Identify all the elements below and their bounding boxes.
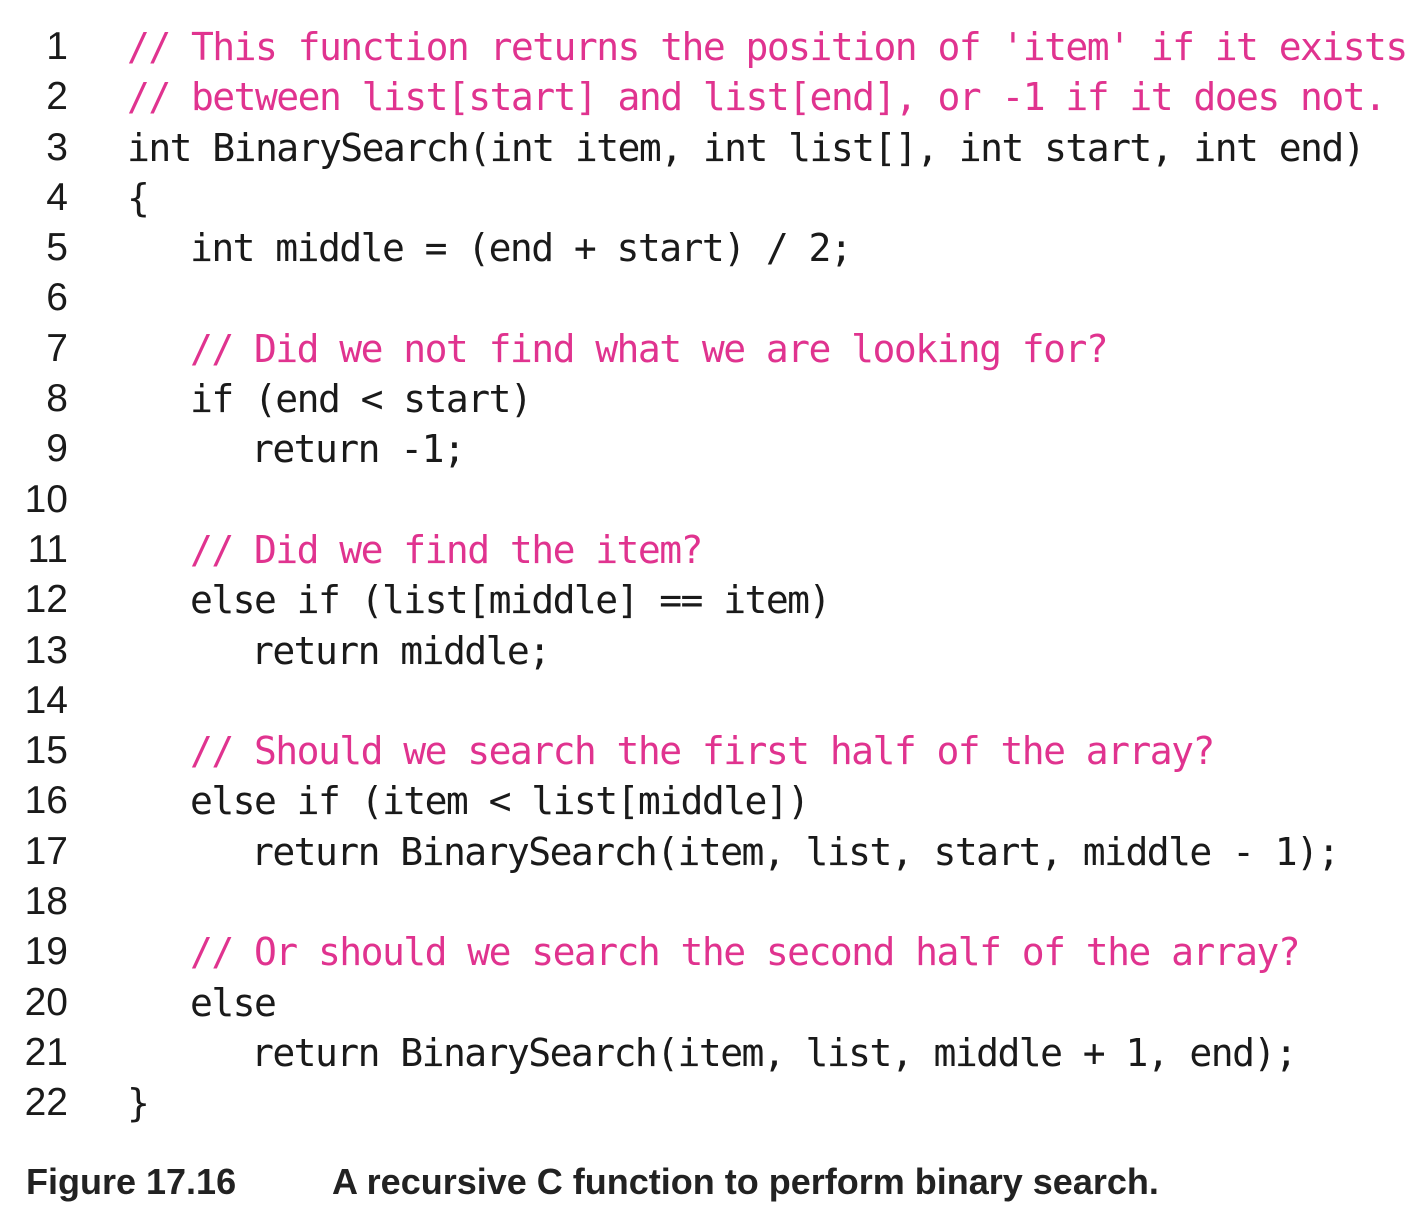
code-line: 11 // Did we find the item? xyxy=(0,525,1408,575)
line-number: 15 xyxy=(24,729,68,773)
line-number: 9 xyxy=(46,427,68,471)
code-text: int BinarySearch(int item, int list[], i… xyxy=(127,125,1366,170)
code-line: 9 return -1; xyxy=(0,424,1408,474)
line-number: 18 xyxy=(24,880,68,924)
code-text: int middle = (end + start) / 2; xyxy=(190,226,853,271)
line-number: 4 xyxy=(46,175,68,219)
code-text: else xyxy=(190,980,277,1025)
line-number: 8 xyxy=(46,377,68,421)
line-number: 22 xyxy=(24,1081,68,1125)
line-number: 12 xyxy=(24,578,68,622)
code-line: 20 else xyxy=(0,978,1408,1028)
line-number: 16 xyxy=(24,779,68,823)
figure-caption-text: A recursive C function to perform binary… xyxy=(332,1161,1159,1202)
code-text: else if (item < list[middle]) xyxy=(190,779,810,824)
code-text: return -1; xyxy=(251,427,466,472)
code-line: 7 // Did we not find what we are looking … xyxy=(0,324,1408,374)
code-comment: // between list[start] and list[end], or… xyxy=(127,75,1387,120)
code-text: } xyxy=(127,1081,150,1126)
code-listing: 1 // This function returns the position o… xyxy=(0,22,1408,1129)
code-text: else if (list[middle] == item) xyxy=(190,578,831,623)
line-number: 6 xyxy=(46,276,68,320)
code-line: 19 // Or should we search the second half… xyxy=(0,927,1408,977)
line-number: 14 xyxy=(24,678,68,722)
code-text: if (end < start) xyxy=(190,377,533,422)
code-line: 12 else if (list[middle] == item) xyxy=(0,575,1408,625)
figure-label: Figure 17.16 xyxy=(26,1161,237,1202)
line-number: 2 xyxy=(46,75,68,119)
code-line: 16 else if (item < list[middle]) xyxy=(0,776,1408,826)
code-comment: // Did we not find what we are looking f… xyxy=(190,326,1109,371)
code-line: 10 xyxy=(0,475,1408,525)
code-line: 2 // between list[start] and list[end], o… xyxy=(0,72,1408,122)
code-line: 1 // This function returns the position o… xyxy=(0,22,1408,72)
line-number: 19 xyxy=(24,930,68,974)
line-number: 21 xyxy=(24,1030,68,1074)
line-number: 7 xyxy=(46,326,68,370)
code-text: return BinarySearch(item, list, start, m… xyxy=(251,829,1340,874)
code-line: 4{ xyxy=(0,173,1408,223)
code-comment: // Should we search the first half of th… xyxy=(190,729,1215,774)
code-comment: // This function returns the position of… xyxy=(127,25,1408,69)
code-text: { xyxy=(127,175,150,220)
code-line: 22} xyxy=(0,1078,1408,1128)
line-number: 13 xyxy=(24,628,68,672)
line-number: 1 xyxy=(46,25,68,68)
code-comment: // Did we find the item? xyxy=(190,527,703,572)
code-line: 3 int BinarySearch(int item, int list[], … xyxy=(0,123,1408,173)
line-number: 11 xyxy=(27,527,69,571)
line-number: 20 xyxy=(24,980,68,1024)
code-text: return BinarySearch(item, list, middle +… xyxy=(251,1030,1298,1075)
code-line: 13 return middle; xyxy=(0,626,1408,676)
code-line: 18 xyxy=(0,877,1408,927)
code-line: 21 return BinarySearch(item, list, middle… xyxy=(0,1028,1408,1078)
code-line: 14 xyxy=(0,676,1408,726)
code-line: 6 xyxy=(0,273,1408,323)
code-line: 8 if (end < start) xyxy=(0,374,1408,424)
code-comment: // Or should we search the second half o… xyxy=(190,930,1301,975)
line-number: 17 xyxy=(24,829,68,873)
line-number: 10 xyxy=(24,477,68,521)
line-number: 5 xyxy=(46,226,68,270)
code-text: return middle; xyxy=(251,628,551,673)
code-line: 5 int middle = (end + start) / 2; xyxy=(0,223,1408,273)
figure-caption: Figure 17.16 A recursive C function to pe… xyxy=(26,1158,1159,1206)
code-line: 15 // Should we search the first half of … xyxy=(0,726,1408,776)
code-line: 17 return BinarySearch(item, list, start,… xyxy=(0,827,1408,877)
line-number: 3 xyxy=(46,125,68,169)
